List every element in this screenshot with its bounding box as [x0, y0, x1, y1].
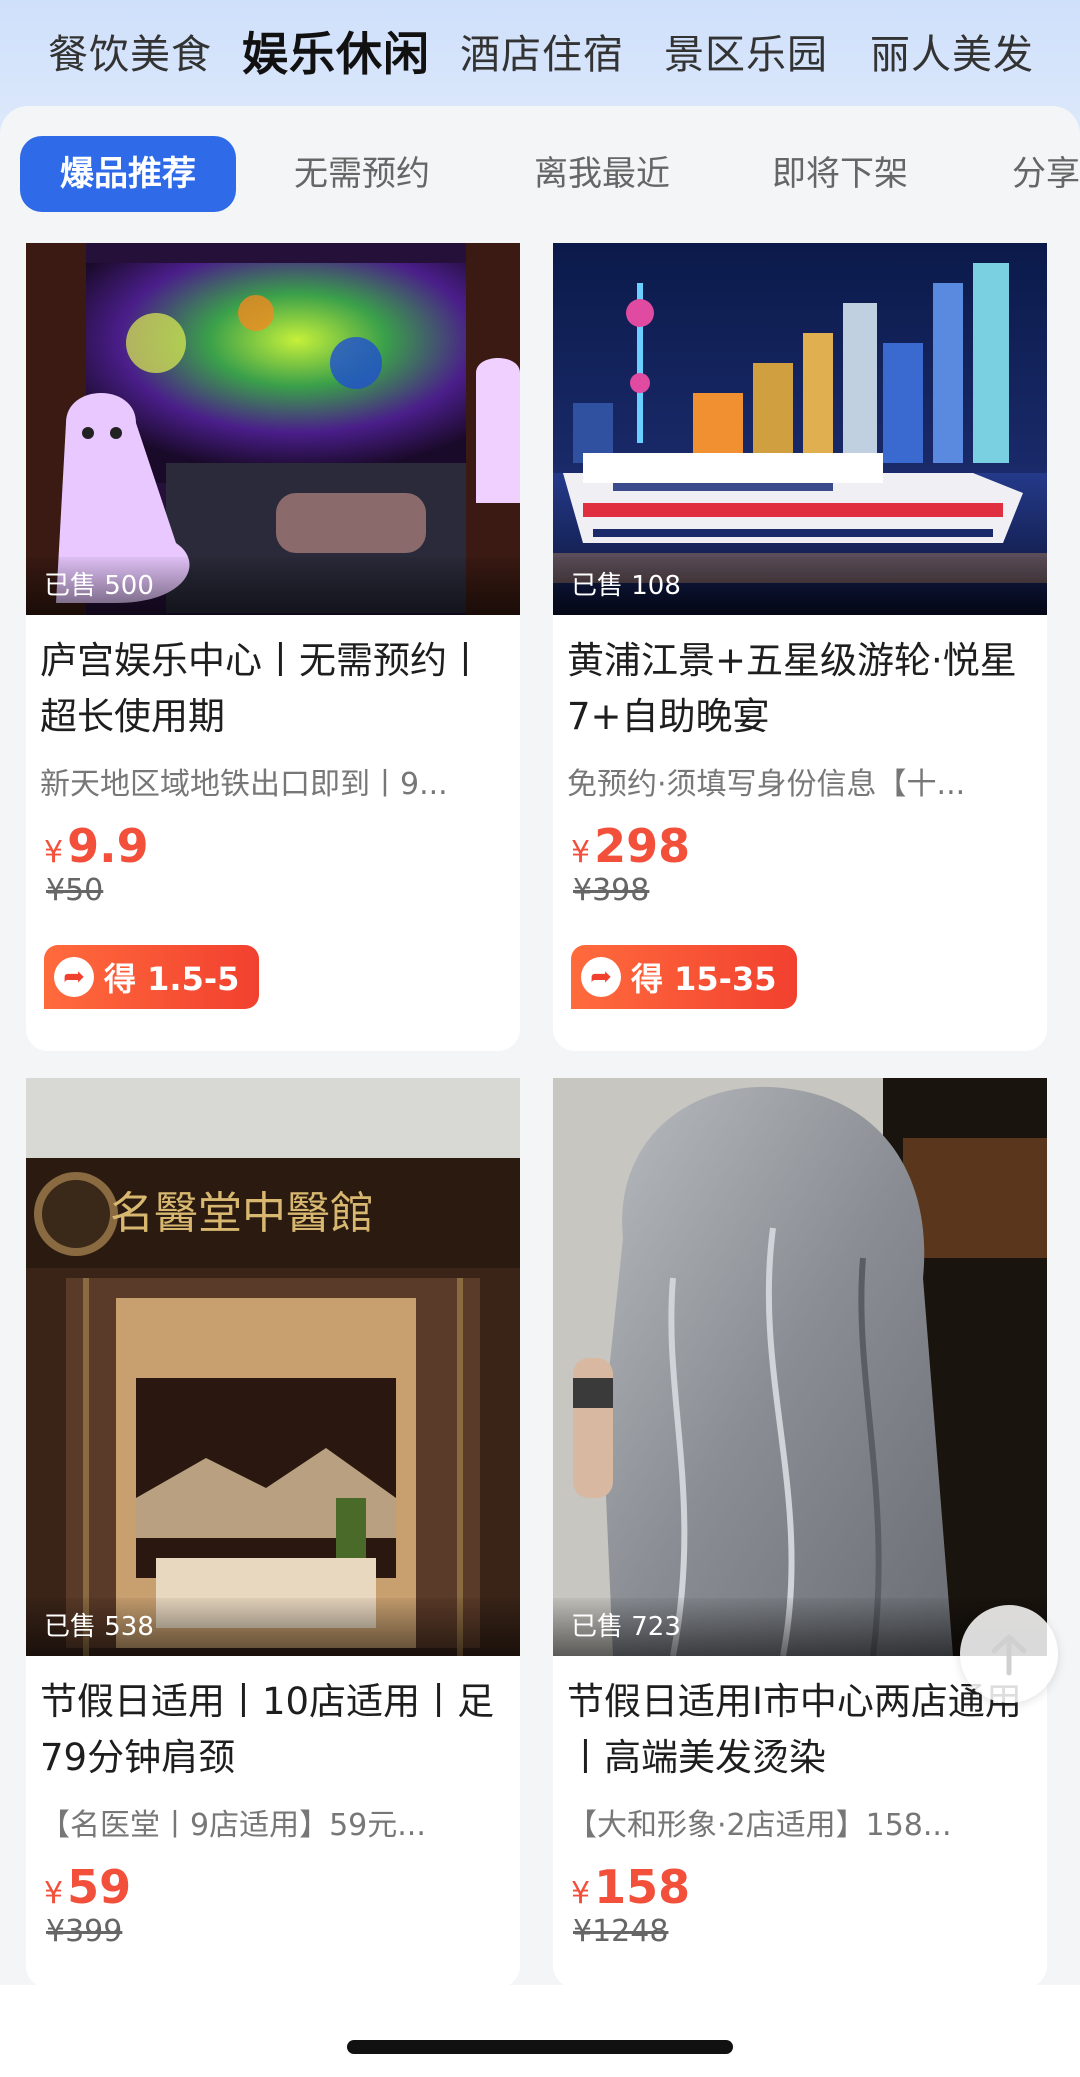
home-indicator[interactable]	[347, 2040, 733, 2054]
filter-nearest[interactable]: 离我最近	[534, 136, 670, 212]
product-subtitle: 【名医堂丨9店适用】59元...	[40, 1808, 426, 1842]
original-price: ¥399	[46, 1914, 123, 1949]
product-card[interactable]: 已售 500 庐宫娱乐中心丨无需预约丨超长使用期 新天地区域地铁出口即到丨9..…	[26, 243, 520, 1051]
product-card[interactable]: 已售 723 节假日适用I市中心两店通用丨高端美发烫染 【大和形象·2店适用】1…	[553, 1078, 1047, 1988]
share-reward-button[interactable]: ➦ 得 1.5-5	[44, 945, 260, 1009]
product-card[interactable]: 已售 108 黄浦江景+五星级游轮·悦星7+自助晚宴 免预约·须填写身份信息【十…	[553, 243, 1047, 1051]
bottom-bar	[0, 1985, 1080, 2077]
tab-beauty[interactable]: 丽人美发	[870, 22, 1034, 80]
price-row: ¥ 158	[553, 1842, 1047, 1914]
sold-count: 已售 538	[26, 1598, 520, 1656]
filter-share[interactable]: 分享	[1012, 136, 1080, 212]
share-arrow-icon: ➦	[54, 957, 94, 997]
product-subtitle: 【大和形象·2店适用】158...	[567, 1808, 952, 1842]
product-image: 已售 723	[553, 1078, 1047, 1656]
category-tabs: 餐饮美食 娱乐休闲 酒店住宿 景区乐园 丽人美发	[0, 0, 1080, 104]
tab-hotel[interactable]: 酒店住宿	[460, 22, 624, 80]
filter-ending-soon[interactable]: 即将下架	[772, 136, 908, 212]
product-title: 黄浦江景+五星级游轮·悦星7+自助晚宴	[567, 639, 1017, 738]
product-title: 庐宫娱乐中心丨无需预约丨超长使用期	[40, 639, 484, 738]
product-price: 158	[594, 1860, 691, 1914]
share-reward-button[interactable]: ➦ 得 15-35	[571, 945, 797, 1009]
filter-no-reservation[interactable]: 无需预约	[294, 136, 430, 212]
tab-scenic[interactable]: 景区乐园	[664, 22, 828, 80]
reward-label: 得 15-35	[631, 960, 777, 998]
sold-count: 已售 500	[26, 557, 520, 615]
product-price: 9.9	[67, 819, 149, 873]
price-row: ¥ 9.9	[26, 801, 520, 873]
reward-label: 得 1.5-5	[104, 960, 240, 998]
filter-hot[interactable]: 爆品推荐	[20, 136, 236, 212]
tab-food[interactable]: 餐饮美食	[48, 22, 212, 80]
product-title: 节假日适用丨10店适用丨足79分钟肩颈	[40, 1680, 495, 1779]
currency-symbol: ¥	[44, 1876, 64, 1911]
product-subtitle: 免预约·须填写身份信息【十...	[567, 767, 966, 801]
tab-entertainment[interactable]: 娱乐休闲	[242, 18, 430, 84]
product-price: 298	[594, 819, 691, 873]
price-row: ¥ 59	[26, 1842, 520, 1914]
filter-chips: 爆品推荐 无需预约 离我最近 即将下架 分享	[0, 136, 1080, 216]
currency-symbol: ¥	[571, 835, 591, 870]
product-image: 已售 500	[26, 243, 520, 615]
product-image: 名醫堂中醫館 已售 538	[26, 1078, 520, 1656]
original-price: ¥50	[46, 873, 104, 908]
product-subtitle: 新天地区域地铁出口即到丨9...	[40, 767, 448, 801]
product-price: 59	[67, 1860, 132, 1914]
product-card[interactable]: 名醫堂中醫館 已售 538 节假日适用丨10店适用丨足79分钟肩颈 【名医堂丨9…	[26, 1078, 520, 1988]
back-to-top-button[interactable]	[960, 1605, 1058, 1703]
sold-count: 已售 108	[553, 557, 1047, 615]
currency-symbol: ¥	[44, 835, 64, 870]
currency-symbol: ¥	[571, 1876, 591, 1911]
share-arrow-icon: ➦	[581, 957, 621, 997]
price-row: ¥ 298	[553, 801, 1047, 873]
original-price: ¥1248	[573, 1914, 669, 1949]
original-price: ¥398	[573, 873, 650, 908]
shop-sign-text: 名醫堂中醫館	[110, 1188, 374, 1239]
arrow-up-icon	[991, 1634, 1027, 1676]
product-image: 已售 108	[553, 243, 1047, 615]
